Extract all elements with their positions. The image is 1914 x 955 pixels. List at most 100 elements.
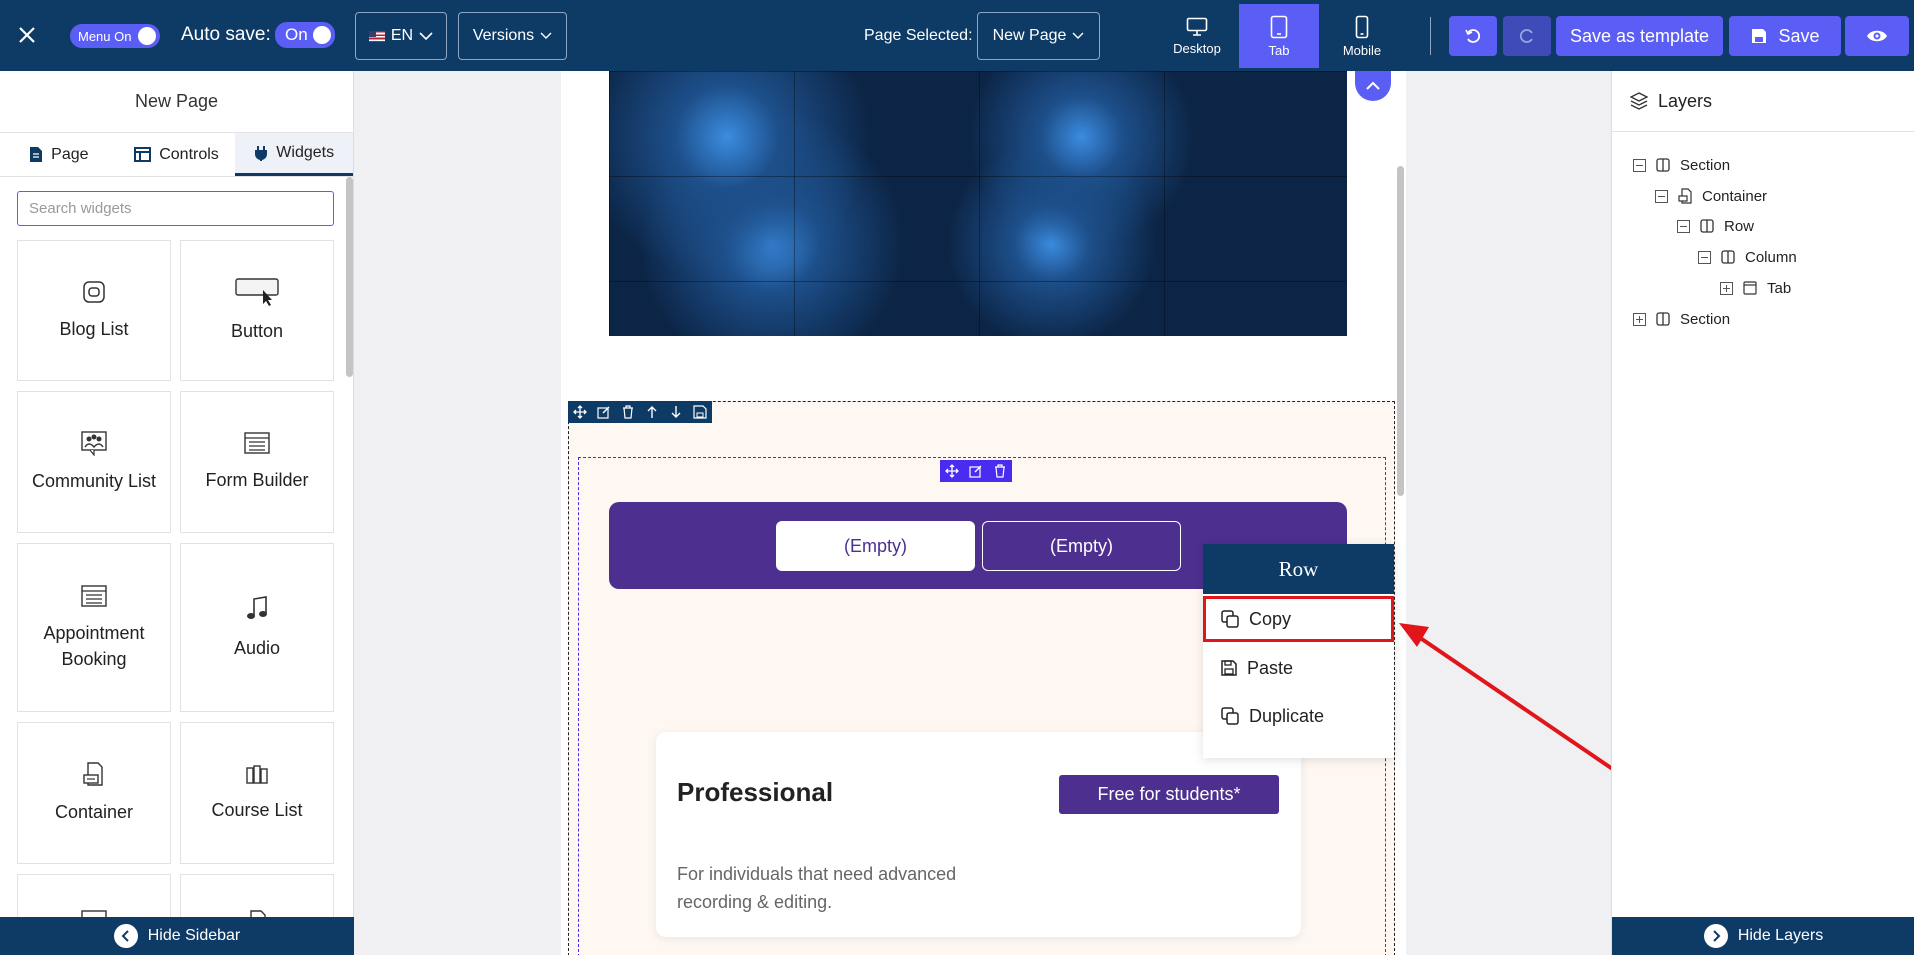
save-icon[interactable] xyxy=(688,401,712,423)
widget-container[interactable]: Container xyxy=(17,722,171,864)
widget-appointment-booking[interactable]: Appointment Booking xyxy=(17,543,171,712)
layers-header: Layers xyxy=(1612,71,1914,132)
collapse-icon[interactable] xyxy=(1633,158,1646,172)
tab-page[interactable]: Page xyxy=(0,133,118,176)
trash-icon[interactable] xyxy=(616,401,640,423)
widget-audio[interactable]: Audio xyxy=(180,543,334,712)
copy-menu-item[interactable]: Copy xyxy=(1203,596,1394,642)
undo-icon xyxy=(1465,29,1481,43)
mobile-icon xyxy=(1355,15,1369,38)
language-value: EN xyxy=(390,27,414,44)
widget-blog-list[interactable]: Blog List xyxy=(17,240,171,381)
table-icon xyxy=(134,147,152,162)
redo-button[interactable] xyxy=(1503,16,1551,56)
tab-widgets-label: Widgets xyxy=(276,144,335,161)
versions-select[interactable]: Versions xyxy=(458,12,567,60)
collapse-icon[interactable] xyxy=(1677,219,1690,233)
chevron-right-icon xyxy=(1703,924,1728,948)
canvas-scrollbar[interactable] xyxy=(1397,166,1404,496)
trash-icon[interactable] xyxy=(988,460,1012,482)
widget-community-list[interactable]: Community List xyxy=(17,391,171,533)
collapse-icon[interactable] xyxy=(1698,250,1711,264)
hide-sidebar-button[interactable]: Hide Sidebar xyxy=(0,917,354,955)
expand-icon[interactable] xyxy=(1720,281,1733,295)
collapse-icon[interactable] xyxy=(1655,189,1668,203)
card-badge[interactable]: Free for students* xyxy=(1059,775,1279,814)
tab-widgets[interactable]: Widgets xyxy=(235,133,354,176)
duplicate-label: Duplicate xyxy=(1249,705,1325,726)
context-menu-title: Row xyxy=(1203,544,1394,594)
layer-section-1[interactable]: Section xyxy=(1633,154,1730,176)
move-icon[interactable] xyxy=(940,460,964,482)
calendar-icon xyxy=(81,584,107,607)
window-icon xyxy=(1743,281,1757,295)
device-mobile-button[interactable]: Mobile xyxy=(1322,4,1402,68)
document-icon xyxy=(30,147,43,162)
device-mobile-label: Mobile xyxy=(1342,42,1382,58)
menu-toggle-label: Menu On xyxy=(78,28,132,44)
widget-label: Button xyxy=(230,320,284,341)
pricing-card: Professional Free for students* For indi… xyxy=(656,732,1301,937)
hide-sidebar-label: Hide Sidebar xyxy=(147,927,241,944)
paste-label: Paste xyxy=(1247,657,1294,678)
device-tab-button[interactable]: Tab xyxy=(1239,4,1319,68)
widget-label: Container xyxy=(54,802,134,822)
chevron-up-icon xyxy=(1366,81,1380,90)
row-context-menu: Row Copy Paste Duplicate xyxy=(1203,544,1394,758)
expand-icon[interactable] xyxy=(1633,312,1646,326)
paste-menu-item[interactable]: Paste xyxy=(1203,644,1394,692)
close-icon[interactable] xyxy=(14,22,40,48)
autosave-toggle[interactable]: On xyxy=(275,22,335,48)
hide-layers-button[interactable]: Hide Layers xyxy=(1612,917,1914,955)
preview-button[interactable] xyxy=(1845,16,1909,56)
scroll-top-button[interactable] xyxy=(1355,71,1391,101)
arrow-up-icon[interactable] xyxy=(640,401,664,423)
autosave-label: Auto save: xyxy=(181,24,271,45)
tab-empty-1[interactable]: (Empty) xyxy=(776,521,975,571)
layer-column[interactable]: Column xyxy=(1698,246,1797,268)
menu-toggle[interactable]: Menu On xyxy=(70,24,160,48)
arrow-down-icon[interactable] xyxy=(664,401,688,423)
page-canvas[interactable]: (Empty) (Empty) Professional Free for st… xyxy=(561,71,1406,955)
save-button[interactable]: Save xyxy=(1729,16,1841,56)
layer-section-2[interactable]: Section xyxy=(1633,308,1730,330)
layer-label: Tab xyxy=(1767,279,1792,297)
button-cursor-icon xyxy=(235,277,279,306)
tab-controls[interactable]: Controls xyxy=(118,133,236,176)
move-icon[interactable] xyxy=(568,401,592,423)
sidebar-scrollbar[interactable] xyxy=(346,177,353,377)
device-desktop-button[interactable]: Desktop xyxy=(1157,4,1237,68)
widget-button[interactable]: Button xyxy=(180,240,334,381)
layer-label: Section xyxy=(1680,156,1731,174)
card-description: For individuals that need advanced recor… xyxy=(677,864,957,912)
sidebar-tabs: Page Controls Widgets xyxy=(0,133,354,177)
layer-tab[interactable]: Tab xyxy=(1720,277,1791,299)
toggle-knob xyxy=(138,27,156,45)
edit-icon[interactable] xyxy=(592,401,616,423)
duplicate-menu-item[interactable]: Duplicate xyxy=(1203,692,1394,740)
undo-button[interactable] xyxy=(1449,16,1497,56)
hide-layers-label: Hide Layers xyxy=(1737,927,1824,944)
edit-icon[interactable] xyxy=(964,460,988,482)
tab-empty-2[interactable]: (Empty) xyxy=(982,521,1181,571)
duplicate-icon xyxy=(1221,707,1239,725)
language-select[interactable]: EN xyxy=(355,12,447,60)
layer-label: Column xyxy=(1745,248,1797,266)
widget-course-list[interactable]: Course List xyxy=(180,722,334,864)
widget-form-builder[interactable]: Form Builder xyxy=(180,391,334,533)
chevron-down-icon xyxy=(1072,32,1084,39)
layers-icon xyxy=(1630,92,1648,110)
chevron-down-icon xyxy=(540,32,552,39)
toolbar-divider xyxy=(1430,17,1431,55)
save-as-template-button[interactable]: Save as template xyxy=(1556,16,1723,56)
widget-label: Appointment Booking xyxy=(43,622,145,669)
copy-icon xyxy=(1221,610,1239,628)
layer-container[interactable]: Container xyxy=(1655,185,1767,207)
desktop-icon xyxy=(1186,17,1208,36)
search-widgets-input[interactable] xyxy=(17,191,334,226)
tab-controls-label: Controls xyxy=(159,145,219,163)
page-select[interactable]: New Page xyxy=(977,12,1100,60)
widget-label: Audio xyxy=(233,637,281,658)
columns-icon xyxy=(1656,158,1670,172)
layer-row[interactable]: Row xyxy=(1677,215,1754,237)
